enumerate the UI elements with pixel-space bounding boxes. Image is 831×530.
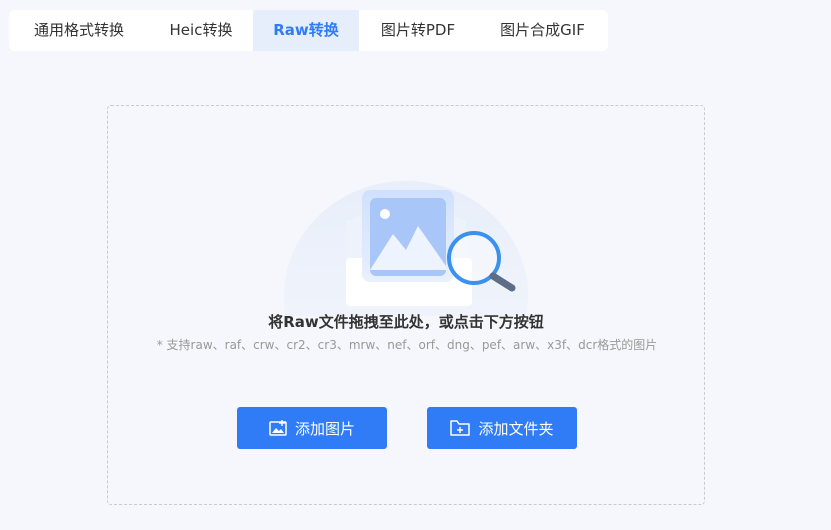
supported-formats-text: * 支持raw、raf、crw、cr2、cr3、mrw、nef、orf、dng、… [156,338,658,352]
add-image-label: 添加图片 [294,419,355,438]
file-drop-zone[interactable]: 将Raw文件拖拽至此处，或点击下方按钮 * 支持raw、raf、crw、cr2、… [107,105,705,505]
add-image-icon [269,420,287,436]
add-folder-label: 添加文件夹 [478,419,554,438]
add-image-button[interactable]: 添加图片 [237,407,387,449]
format-tabs: 通用格式转换 Heic转换 Raw转换 图片转PDF 图片合成GIF [9,10,608,51]
add-folder-icon [450,420,471,436]
tab-raw-convert[interactable]: Raw转换 [253,10,359,51]
add-folder-button[interactable]: 添加文件夹 [427,407,577,449]
tab-image-to-gif[interactable]: 图片合成GIF [477,10,608,51]
drop-instruction-text: 将Raw文件拖拽至此处，或点击下方按钮 [268,313,544,331]
image-search-illustration-icon [284,181,528,316]
tab-image-to-pdf[interactable]: 图片转PDF [359,10,477,51]
tab-heic-convert[interactable]: Heic转换 [149,10,253,51]
tab-general-convert[interactable]: 通用格式转换 [9,10,149,51]
